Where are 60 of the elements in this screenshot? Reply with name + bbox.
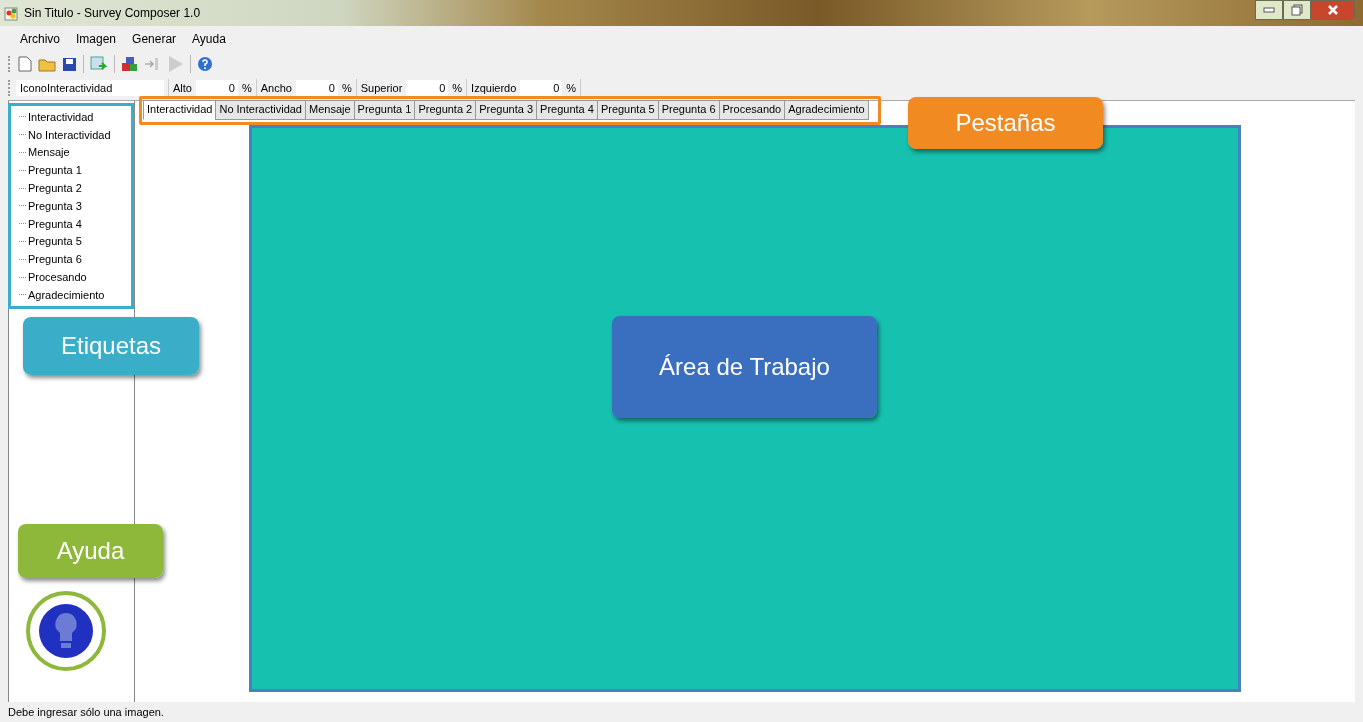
play-icon — [166, 55, 184, 73]
close-icon — [1327, 5, 1339, 15]
tree-item[interactable]: No Interactividad — [28, 128, 111, 141]
tab[interactable]: Mensaje — [305, 100, 355, 120]
status-text: Debe ingresar sólo una imagen. — [8, 706, 164, 718]
tab[interactable]: Pregunta 4 — [536, 100, 598, 120]
app-icon — [4, 5, 20, 21]
unit-label: % — [241, 82, 252, 94]
unit-label: % — [341, 82, 352, 94]
tab[interactable]: Agradecimiento — [784, 100, 869, 120]
callout-label: Ayuda — [18, 524, 163, 578]
save-icon[interactable] — [62, 56, 77, 72]
element-field[interactable]: IconoInteractividad — [16, 80, 164, 96]
tree-item[interactable]: Pregunta 4 — [28, 217, 82, 230]
tab[interactable]: Interactividad — [143, 100, 217, 120]
unit-label: % — [566, 82, 577, 94]
callout-label: Etiquetas — [23, 317, 199, 375]
insert-icon — [144, 57, 160, 71]
image-export-icon[interactable] — [90, 56, 108, 72]
close-button[interactable] — [1311, 0, 1355, 20]
tab[interactable]: Pregunta 3 — [475, 100, 538, 120]
tab[interactable]: Pregunta 2 — [414, 100, 477, 120]
maximize-button[interactable] — [1283, 0, 1311, 20]
tab[interactable]: Pregunta 6 — [657, 100, 720, 120]
restore-icon — [1291, 4, 1303, 16]
window-title: Sin Titulo - Survey Composer 1.0 — [24, 6, 201, 20]
callout-label: Pestañas — [908, 97, 1103, 149]
property-field[interactable]: 0 — [295, 80, 338, 96]
minimize-button[interactable] — [1255, 0, 1283, 20]
tree-item[interactable]: Procesando — [28, 271, 87, 284]
property-field[interactable]: 0 — [195, 80, 238, 96]
property-label: Ancho — [260, 82, 292, 94]
shapes-icon[interactable] — [121, 56, 138, 72]
minimize-icon — [1263, 7, 1275, 13]
tree-item[interactable]: Agradecimiento — [28, 288, 105, 301]
menu-item[interactable]: Ayuda — [184, 32, 234, 46]
tree-item[interactable]: Pregunta 5 — [28, 235, 82, 248]
property-field[interactable]: 0 — [520, 80, 563, 96]
property-label: Alto — [173, 82, 192, 94]
tab[interactable]: Pregunta 1 — [353, 100, 416, 120]
menu-item[interactable]: Generar — [124, 32, 185, 46]
tab[interactable]: Pregunta 5 — [596, 100, 659, 120]
tree-item[interactable]: Mensaje — [28, 146, 70, 159]
property-label: Izquierdo — [471, 82, 517, 94]
tree-item[interactable]: Pregunta 6 — [28, 253, 82, 266]
tree-item[interactable]: Pregunta 2 — [28, 182, 82, 195]
tab[interactable]: Procesando — [718, 100, 786, 120]
tree-item[interactable]: Pregunta 1 — [28, 164, 82, 177]
help-icon[interactable] — [197, 56, 213, 72]
property-label: Superior — [360, 82, 403, 94]
menu-item[interactable]: Imagen — [68, 32, 125, 46]
new-file-icon[interactable] — [18, 56, 32, 72]
tree-item[interactable]: Interactividad — [28, 110, 94, 123]
lightbulb-icon[interactable] — [26, 591, 106, 671]
tree-item[interactable]: Pregunta 3 — [28, 199, 82, 212]
tab[interactable]: No Interactividad — [215, 100, 306, 120]
property-field[interactable]: 0 — [406, 80, 449, 96]
unit-label: % — [452, 82, 463, 94]
menu-item[interactable]: Archivo — [12, 32, 68, 46]
callout-label: Área de Trabajo — [612, 316, 877, 418]
